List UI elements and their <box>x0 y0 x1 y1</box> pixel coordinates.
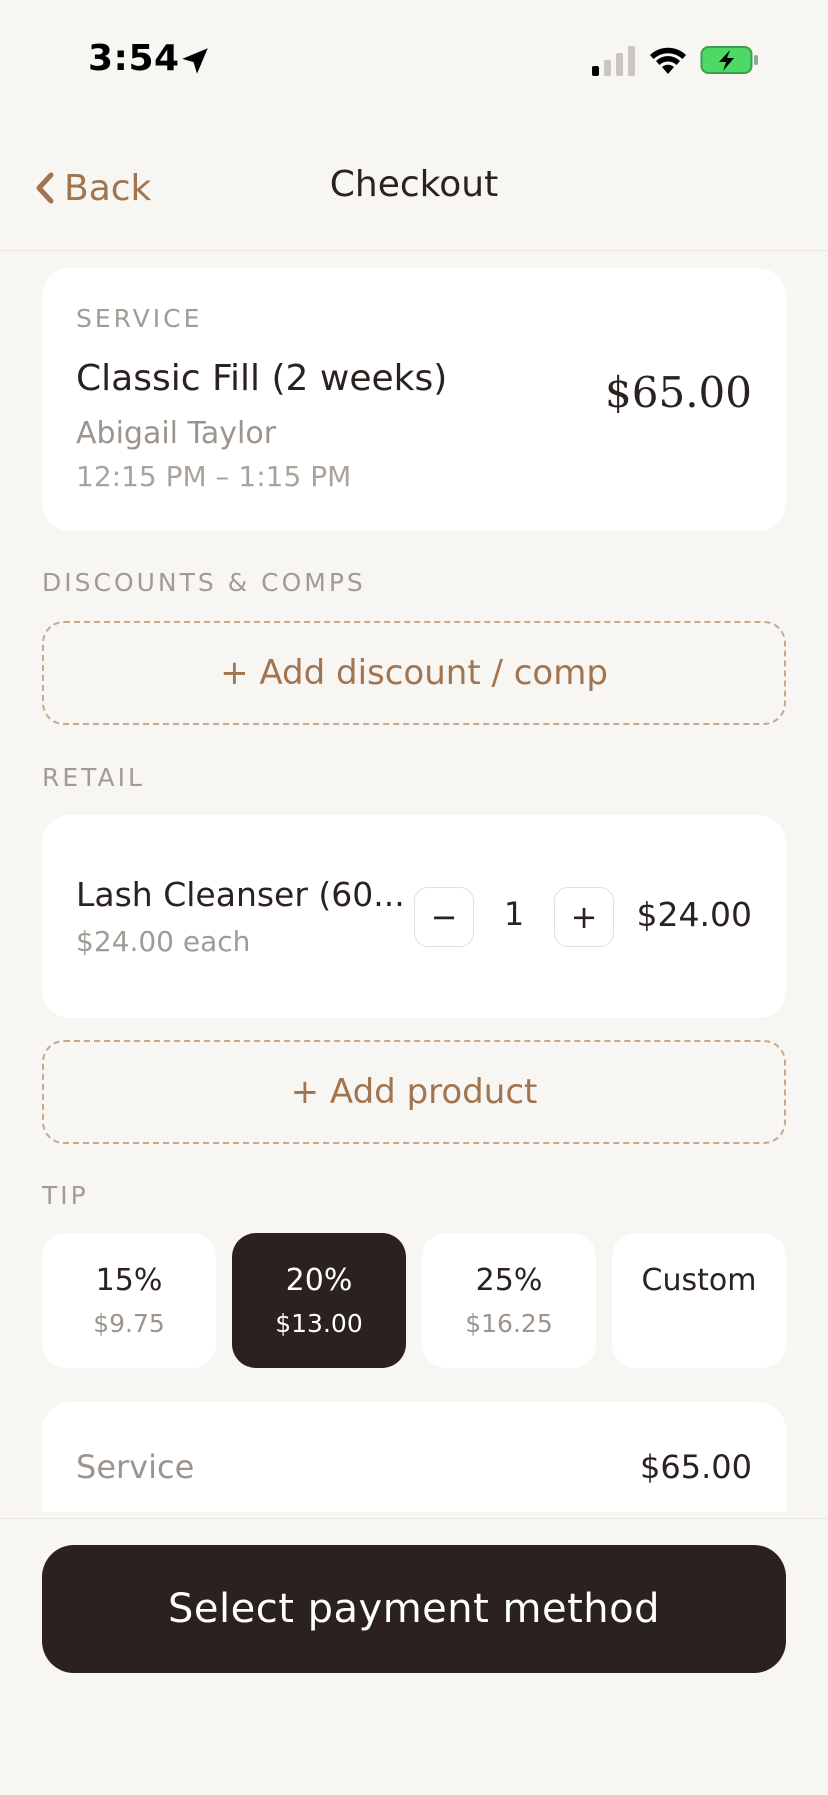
tip-options: 15% $9.75 20% $13.00 25% $16.25 Custom <box>42 1233 786 1368</box>
order-summary-card: Service $65.00 <box>42 1402 786 1512</box>
quantity-value: 1 <box>503 895 525 933</box>
status-bar: 3:54 <box>0 0 828 120</box>
service-time-range: 12:15 PM – 1:15 PM <box>76 460 352 493</box>
service-section-label: SERVICE <box>76 304 203 333</box>
tip-section-label: TIP <box>42 1181 89 1210</box>
tip-option-25[interactable]: 25% $16.25 <box>422 1233 596 1368</box>
discounts-section-label: DISCOUNTS & COMPS <box>42 568 366 597</box>
location-arrow-icon <box>182 48 208 74</box>
tip-amount: $9.75 <box>93 1309 165 1338</box>
wifi-icon <box>650 47 686 74</box>
cellular-signal-icon <box>592 46 635 76</box>
status-time: 3:54 <box>88 38 180 79</box>
product-line-total: $24.00 <box>636 895 752 934</box>
retail-item-card: Lash Cleanser (60... $24.00 each − 1 + $… <box>42 815 786 1018</box>
service-card: SERVICE Classic Fill (2 weeks) Abigail T… <box>42 268 786 531</box>
add-discount-button[interactable]: + Add discount / comp <box>42 621 786 725</box>
product-unit-price: $24.00 each <box>76 925 251 958</box>
service-staff-name: Abigail Taylor <box>76 416 277 451</box>
select-payment-method-button[interactable]: Select payment method <box>42 1545 786 1673</box>
quantity-increment-button[interactable]: + <box>554 887 614 947</box>
page-title: Checkout <box>329 164 499 205</box>
quantity-decrement-button[interactable]: − <box>414 887 474 947</box>
bottom-action-bar: Select payment method <box>0 1518 828 1795</box>
tip-percent: 15% <box>95 1263 163 1298</box>
tip-percent: 25% <box>475 1263 543 1298</box>
tip-option-20[interactable]: 20% $13.00 <box>232 1233 406 1368</box>
add-product-button[interactable]: + Add product <box>42 1040 786 1144</box>
summary-row-label: Service <box>76 1448 195 1486</box>
service-name: Classic Fill (2 weeks) <box>76 358 448 399</box>
tip-option-15[interactable]: 15% $9.75 <box>42 1233 216 1368</box>
retail-section-label: RETAIL <box>42 763 145 792</box>
battery-charging-icon <box>700 46 758 74</box>
tip-percent: 20% <box>285 1263 353 1298</box>
product-name: Lash Cleanser (60... <box>76 875 405 914</box>
tip-percent: Custom <box>641 1263 757 1298</box>
summary-row-value: $65.00 <box>640 1448 752 1486</box>
service-price: $65.00 <box>605 368 752 417</box>
tip-amount: $16.25 <box>465 1309 553 1338</box>
tip-option-custom[interactable]: Custom <box>612 1233 786 1368</box>
navigation-bar: Back Checkout <box>0 120 828 251</box>
tip-amount: $13.00 <box>275 1309 363 1338</box>
